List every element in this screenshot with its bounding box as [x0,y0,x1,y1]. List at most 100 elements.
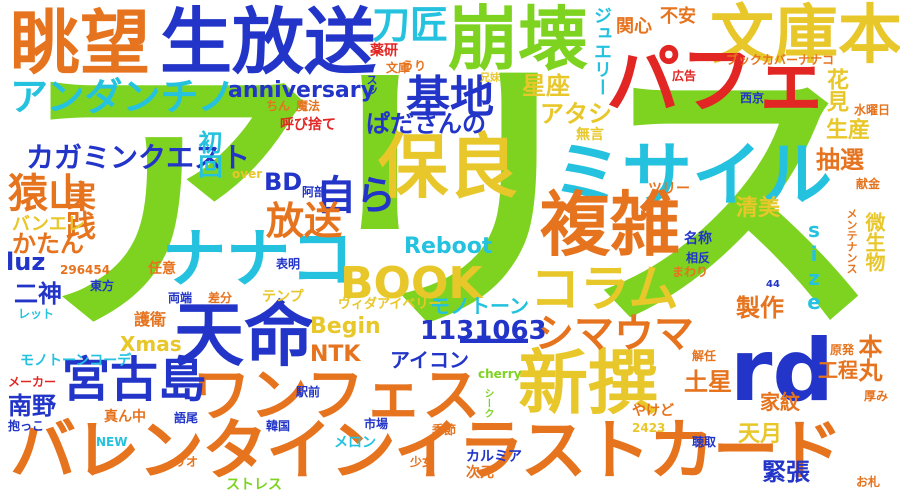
word-dash: ―― [460,319,528,359]
word-bunko: 文庫 [386,61,411,75]
word-touhou: 東方 [90,279,115,293]
word-yakken: 薬研 [370,43,398,59]
word-nishikyo: 西京 [740,91,765,105]
word-cashmere: カルミア [466,449,522,465]
word-honmaru: 本丸 [854,334,882,382]
word-seibi: 清美 [736,196,781,221]
word-fukuzatsu: 複雑 [540,184,680,266]
word-maker: メーカー [8,375,57,389]
word-jigen: 次元 [466,465,494,481]
word-monotonecode: モノトーンコーデ [20,353,132,369]
word-stress: ストレス [226,477,282,493]
word-nim: 44 [766,279,780,290]
word-hora: 保良 [378,126,518,208]
word-sabun: 差分 [208,291,233,305]
word-kankoku: 韓国 [266,419,291,433]
word-suu: スッ [365,74,378,96]
word-ofuda: お札 [856,475,881,489]
word-rio: リオ [174,455,199,469]
word-banere: バンエレ [12,214,85,235]
word-hanami: 花見 [823,68,848,112]
word-luz: luz [6,248,46,276]
word-begin: Begin [310,314,381,339]
word-mawari: まわり [672,265,709,279]
word-jewelry: ジュエリー [591,6,612,96]
word-nanno: 南野 [8,392,56,420]
word-shokai: 初回 [194,130,222,178]
word-over: over [232,167,263,181]
word-vidaivy: ヴィダアイベリー [338,297,442,312]
word-tree: ツリー [648,181,690,197]
word-temp: テンプ [262,289,304,305]
word-let: レット [18,307,55,321]
word-ninni: 任意 [148,261,176,277]
word-meron: メロン [334,435,376,451]
word-bookcover: ブックカバーナナコ [726,53,835,67]
word-kotei: 工程 [818,358,858,382]
word-abe: 阿部 [302,185,327,199]
word-housou: 放送 [266,199,343,243]
word-mamono: 魔法 [296,99,321,113]
word-kisetsu: 季節 [432,423,457,437]
word-cherry: cherry [478,367,522,381]
word-atashi: アタシ [540,100,612,128]
word-pada: ぱださんの [366,110,486,138]
word-dosei: 土星 [684,368,732,396]
word-new: NEW [96,435,128,449]
word-maintenance: メンテナンス [845,208,858,274]
word-size: size [802,218,826,314]
word-fuan: 不安 [660,6,696,27]
word-tengetsu: 天月 [738,422,783,447]
word-souhan: 相反 [686,251,711,265]
word-manaka: 真ん中 [104,409,146,425]
word-seisaku: 製作 [736,294,784,322]
word-shimauma: シマウマ [534,311,694,357]
word-yakedo: やけど [632,403,674,419]
word-suiyoubi: 水曜日 [854,103,891,117]
word-shoujo: 少女 [410,455,435,469]
word-dakko: 抱っこ [8,419,45,433]
word-wonfes: ワンフェス [192,361,481,429]
word-mugon: 無言 [576,127,604,143]
word-nishin: 二神 [14,280,62,308]
word-kamon: 家紋 [760,390,800,414]
word-undanchino: アンダンチノ [10,75,236,119]
word-column: コラム [530,260,679,318]
word-kinchou: 緊張 [762,458,810,486]
word-genpatsu: 原発 [830,343,855,357]
word-chin: ちん [266,99,291,113]
word-chomou: 眺望 [10,2,150,84]
word-ryouhashi: 両端 [168,291,193,305]
word-seisan: 生産 [826,118,871,143]
word-kainin: 解任 [692,349,717,363]
word-kenkin: 献金 [856,177,881,191]
word-bishoubutsu: 微生物 [862,212,886,272]
word-xmas: Xmas [120,332,182,356]
word-cloud: アリス バレンタインイラストカード 眺望 生放送 崩壊 文庫本 パフェ 保良 ミ… [0,0,900,500]
word-num296454: 296454 [60,263,111,277]
word-bd: BD [264,168,303,196]
word-ichiba: 市場 [364,417,389,431]
word-monotone: モノトーン [430,294,529,318]
word-reboot: Reboot [404,234,493,259]
word-kanshin: 関心 [616,16,652,37]
word-choushu: 聴取 [692,435,717,449]
word-seiza: 星座 [522,72,570,100]
word-kyoudai: 兄妹 [480,73,500,84]
word-yobisute: 呼び捨て [280,117,336,133]
word-ekimae: 駅前 [296,385,321,399]
word-gamei: 護衛 [134,310,167,329]
word-atsumi: 厚み [864,389,889,403]
word-koukoku: 広告 [672,69,697,83]
word-tosho: 刀匠 [372,3,449,47]
word-icon: アイコン [390,348,469,372]
word-num2423: 2423 [632,421,666,435]
word-ntk: NTK [310,342,361,367]
word-hyoumei: 表明 [276,257,301,271]
word-seeking: シーク [482,388,493,418]
word-meisho: 名称 [684,231,712,247]
word-houkai: 崩壊 [448,0,588,80]
word-gobi: 語尾 [174,411,199,425]
word-chusen: 抽選 [816,146,864,174]
word-namahousou: 生放送 [160,0,377,84]
